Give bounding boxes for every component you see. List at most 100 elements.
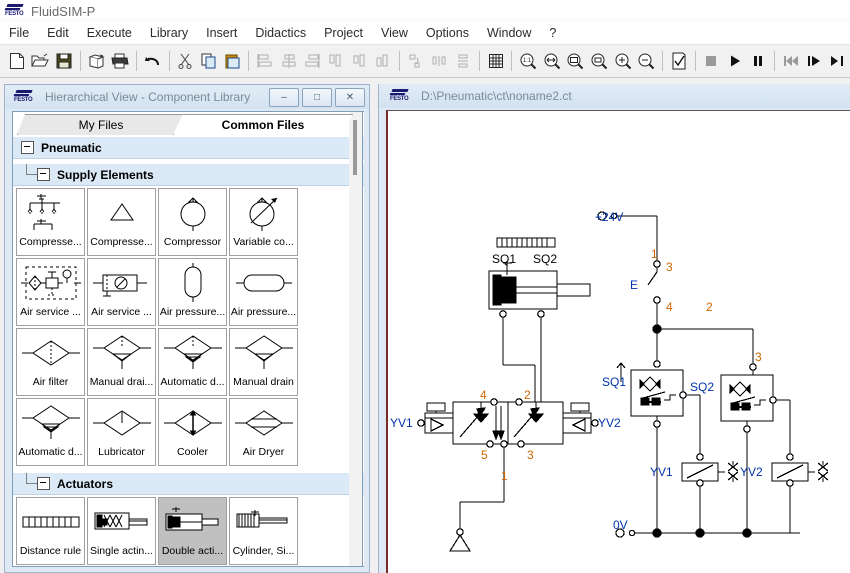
menu-item-execute[interactable]: Execute (78, 24, 141, 42)
tree-group-pneumatic[interactable]: Pneumatic (13, 136, 364, 159)
tree-group-supply-elements[interactable]: Supply Elements (13, 163, 364, 186)
distribute-horizontal-icon[interactable] (429, 49, 451, 73)
print-preview-icon[interactable] (86, 49, 108, 73)
paste-icon[interactable] (222, 49, 244, 73)
drawing-title-bar[interactable]: FESTO D:\Pneumatic\ct\noname2.ct (379, 84, 850, 108)
library-tree[interactable]: Pneumatic Supply Elements Compresse... C… (13, 136, 364, 566)
save-icon[interactable] (53, 49, 75, 73)
align-right-icon[interactable] (302, 49, 324, 73)
library-item-air-filter[interactable]: Air filter (16, 328, 85, 396)
menu-item-view[interactable]: View (372, 24, 417, 42)
play-icon[interactable] (724, 49, 746, 73)
library-item-lubricator[interactable]: Lubricator (87, 398, 156, 466)
library-body: My Files Common Files Pneumatic Supply E… (12, 111, 364, 567)
library-item-cooler[interactable]: Cooler (158, 398, 227, 466)
library-item-compressed-air-supply-multi[interactable]: Compresse... (16, 188, 85, 256)
library-title-bar[interactable]: FESTO Hierarchical View - Component Libr… (5, 85, 369, 109)
scrollbar-thumb[interactable] (353, 120, 357, 175)
library-item-compressor[interactable]: Compressor (158, 188, 227, 256)
library-item-air-service-unit-detailed[interactable]: Air service ... (16, 258, 85, 326)
zoom-out-icon[interactable] (635, 49, 657, 73)
library-item-label: Compressor (163, 236, 222, 248)
menu-item-didactics[interactable]: Didactics (246, 24, 315, 42)
toolbar-separator (136, 51, 137, 71)
zoom-fit-width-icon[interactable] (541, 49, 563, 73)
align-center-icon[interactable] (278, 49, 300, 73)
menu-item-insert[interactable]: Insert (197, 24, 246, 42)
cut-icon[interactable] (174, 49, 196, 73)
toolbar-separator (661, 51, 663, 71)
rotate-icon[interactable] (405, 49, 427, 73)
library-item-label: Air Dryer (242, 446, 285, 458)
pause-icon[interactable] (748, 49, 770, 73)
align-left-icon[interactable] (254, 49, 276, 73)
stop-icon[interactable] (700, 49, 722, 73)
collapse-minus-icon[interactable] (37, 168, 50, 181)
align-middle-icon[interactable] (349, 49, 371, 73)
library-item-air-reservoir-horizontal[interactable]: Air pressure... (229, 258, 298, 326)
menu-item-window[interactable]: Window (478, 24, 540, 42)
library-item-automatic-drain[interactable]: Automatic d... (16, 398, 85, 466)
zoom-actual-icon[interactable]: 1:1 (517, 49, 539, 73)
undo-icon[interactable] (142, 49, 164, 73)
zoom-fit-page-icon[interactable] (564, 49, 586, 73)
check-icon[interactable] (668, 49, 690, 73)
library-item-automatic-drain-filter[interactable]: Automatic d... (158, 328, 227, 396)
library-item-single-acting-cylinder[interactable]: Single actin... (87, 497, 156, 565)
library-item-air-dryer[interactable]: Air Dryer (229, 398, 298, 466)
tree-group-actuators[interactable]: Actuators (13, 472, 364, 495)
restore-icon[interactable]: □ (302, 87, 332, 107)
library-vertical-scrollbar[interactable] (349, 111, 363, 567)
menu-item-project[interactable]: Project (315, 24, 372, 42)
library-item-label: Air service ... (20, 306, 81, 318)
library-item-variable-compressor[interactable]: Variable co... (229, 188, 298, 256)
circuit-canvas[interactable]: SQ1 SQ2 YV1 YV2 +24V 0V E SQ1 SQ2 YV1 YV… (386, 110, 850, 573)
library-item-manual-drain-filter[interactable]: Manual drai... (87, 328, 156, 396)
title-bar: FESTO FluidSIM-P (0, 0, 850, 22)
collapse-minus-icon[interactable] (37, 477, 50, 490)
align-top-icon[interactable] (325, 49, 347, 73)
tab-common-files[interactable]: Common Files (173, 114, 353, 135)
library-item-label: Compresse... (19, 236, 82, 248)
zoom-area-icon[interactable] (588, 49, 610, 73)
label-yv2-coil: YV2 (740, 465, 763, 479)
minimize-icon[interactable]: – (269, 87, 299, 107)
tab-my-files[interactable]: My Files (17, 114, 185, 135)
zoom-in-icon[interactable] (612, 49, 634, 73)
menu-item-options[interactable]: Options (417, 24, 478, 42)
grid-icon[interactable] (485, 49, 507, 73)
library-item-air-service-unit-simple[interactable]: Air service ... (87, 258, 156, 326)
drawing-window-title: D:\Pneumatic\ct\noname2.ct (421, 89, 572, 103)
new-icon[interactable] (6, 49, 28, 73)
library-item-compressed-air-supply-triangle[interactable]: Compresse... (87, 188, 156, 256)
toolbar-separator (79, 51, 81, 71)
air-supply-symbol (448, 528, 472, 552)
align-bottom-icon[interactable] (372, 49, 394, 73)
library-item-air-reservoir-vertical[interactable]: Air pressure... (158, 258, 227, 326)
library-item-distance-rule[interactable]: Distance rule (16, 497, 85, 565)
menu-item-edit[interactable]: Edit (38, 24, 78, 42)
rewind-icon[interactable] (780, 49, 802, 73)
label-sq1-elec: SQ1 (602, 375, 626, 389)
circuit-schematic[interactable]: SQ1 SQ2 YV1 YV2 +24V 0V E SQ1 SQ2 YV1 YV… (388, 111, 850, 573)
library-item-double-acting-cylinder[interactable]: Double acti... (158, 497, 227, 565)
library-item-label: Automatic d... (18, 446, 83, 458)
library-item-manual-drain[interactable]: Manual drain (229, 328, 298, 396)
collapse-minus-icon[interactable] (21, 141, 34, 154)
open-icon[interactable] (30, 49, 52, 73)
distribute-vertical-icon[interactable] (452, 49, 474, 73)
automatic-drain-filter-icon (159, 329, 226, 376)
sensor-block-sq2 (720, 374, 791, 533)
print-icon[interactable] (109, 49, 131, 73)
forward-end-icon[interactable] (827, 49, 849, 73)
menu-item-help[interactable]: ? (540, 24, 565, 42)
port-number-4: 4 (480, 388, 487, 402)
step-icon[interactable] (804, 49, 826, 73)
library-item-label: Manual drain (233, 376, 294, 388)
library-item-label: Cooler (177, 446, 208, 458)
menu-item-library[interactable]: Library (141, 24, 197, 42)
copy-icon[interactable] (198, 49, 220, 73)
close-icon[interactable]: ✕ (335, 87, 365, 107)
menu-item-file[interactable]: File (0, 24, 38, 42)
library-item-cylinder-single[interactable]: Cylinder, Si... (229, 497, 298, 565)
